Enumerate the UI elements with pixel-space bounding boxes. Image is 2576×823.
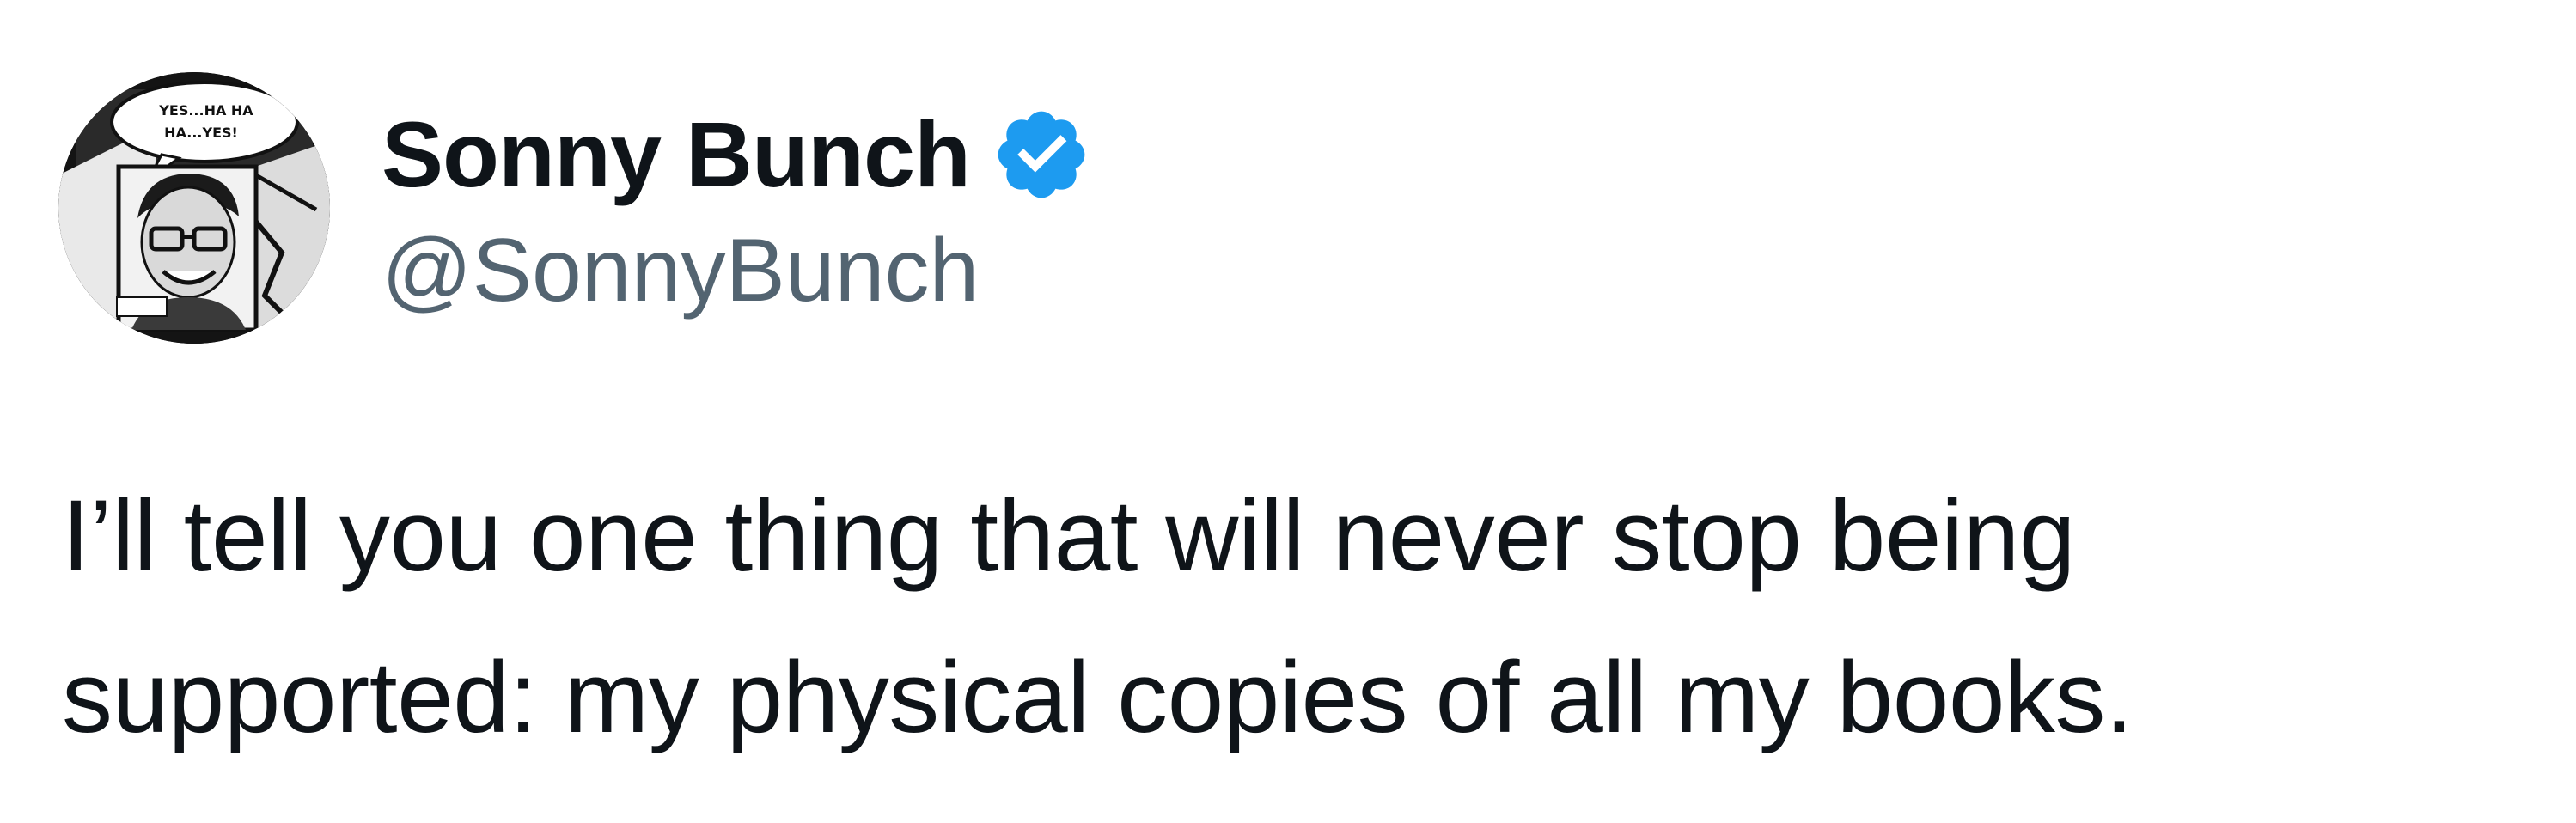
tweet-text-line: supported: my physical copies of all my … [62, 641, 2133, 754]
avatar-image: YES...HA HA HA...YES! [58, 72, 330, 344]
verified-badge-icon [991, 104, 1092, 205]
display-name[interactable]: Sonny Bunch [382, 101, 971, 208]
tweet-text: I’ll tell you one thing that will never … [62, 455, 2519, 778]
tweet-text-line: I’ll tell you one thing that will never … [62, 479, 2075, 593]
avatar[interactable]: YES...HA HA HA...YES! [58, 72, 330, 344]
name-row: Sonny Bunch [382, 94, 1092, 215]
tweet-header: YES...HA HA HA...YES! Sonny Bunch @Sonny… [58, 70, 1092, 345]
author-identity: Sonny Bunch @SonnyBunch [382, 94, 1092, 322]
author-handle[interactable]: @SonnyBunch [382, 220, 1092, 322]
avatar-bubble-line2: HA...YES! [164, 125, 238, 141]
avatar-bubble-line1: YES...HA HA [158, 102, 253, 119]
tweet-card: YES...HA HA HA...YES! Sonny Bunch @Sonny… [0, 0, 2576, 823]
